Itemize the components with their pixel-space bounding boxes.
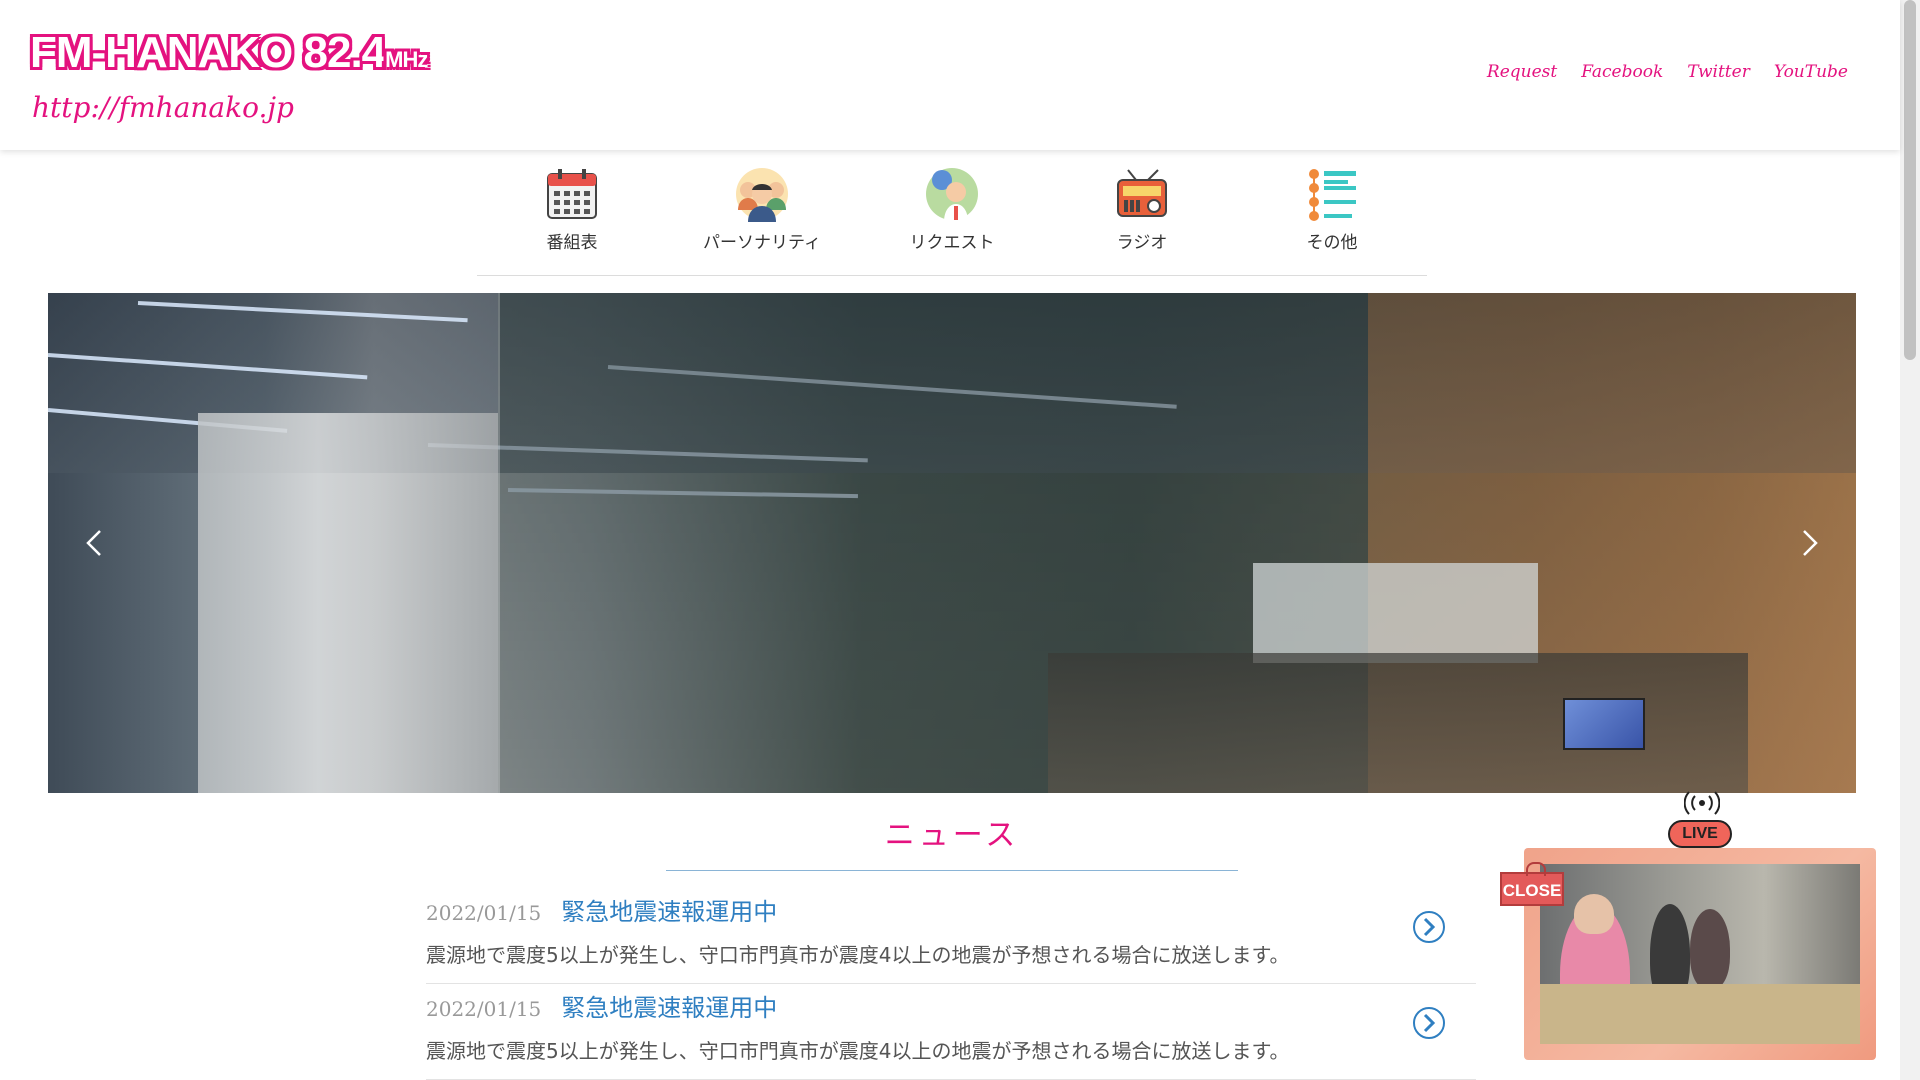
live-stream-widget: LIVE CLOSE [1500, 790, 1880, 1080]
nav-label: リクエスト [909, 233, 995, 253]
hero-wall [198, 413, 498, 793]
hero-monitor [1563, 698, 1645, 750]
request-person-icon [926, 168, 978, 222]
broadcast-icon [1684, 791, 1720, 815]
news-divider [666, 870, 1238, 871]
top-links: Request Facebook Twitter YouTube [1487, 62, 1848, 82]
site-header: FM-HANAKO 82.4MHz http://fmhanako.jp Req… [0, 0, 1900, 150]
news-date: 2022/01/15 [426, 997, 542, 1021]
news-item-header: 2022/01/15 緊急地震速報運用中 [426, 892, 1476, 927]
radio-icon [1117, 169, 1167, 217]
news-list: 2022/01/15 緊急地震速報運用中 震源地で震度5以上が発生し、守口市門真… [426, 888, 1476, 1080]
nav-item-schedule[interactable]: 番組表 [497, 166, 647, 275]
news-title-link[interactable]: 緊急地震速報運用中 [561, 988, 777, 1023]
logo-unit: MHz [385, 47, 428, 72]
facebook-link[interactable]: Facebook [1581, 62, 1663, 82]
calendar-icon [547, 169, 597, 219]
logo-wordmark: FM-HANAKO 82.4MHz [30, 28, 428, 85]
site-logo[interactable]: FM-HANAKO 82.4MHz http://fmhanako.jp [30, 28, 428, 124]
video-desk [1540, 984, 1860, 1044]
hero-studio-window [1253, 563, 1538, 663]
nav-label: パーソナリティ [703, 233, 821, 253]
news-item-header: 2022/01/15 緊急地震速報運用中 [426, 988, 1476, 1023]
nav-item-other[interactable]: その他 [1257, 166, 1407, 275]
nav-label: その他 [1306, 233, 1358, 253]
news-title-link[interactable]: 緊急地震速報運用中 [561, 892, 777, 927]
logo-url: http://fmhanako.jp [32, 91, 294, 124]
request-link[interactable]: Request [1487, 62, 1557, 82]
news-body: 震源地で震度5以上が発生し、守口市門真市が震度4以上の地震が予想される場合に放送… [426, 1039, 1290, 1063]
chevron-circle-right-icon[interactable] [1412, 910, 1446, 944]
twitter-link[interactable]: Twitter [1687, 62, 1750, 82]
chevron-right-icon[interactable] [1794, 528, 1824, 558]
news-heading: ニュース [884, 818, 1020, 853]
logo-text: FM-HANAKO 82.4 [30, 28, 386, 77]
nav-label: ラジオ [1116, 233, 1168, 253]
video-person [1574, 894, 1614, 934]
list-icon [1309, 169, 1356, 221]
nav-item-radio[interactable]: ラジオ [1067, 166, 1217, 275]
hero-slider[interactable] [48, 293, 1856, 793]
news-item: 2022/01/15 緊急地震速報運用中 震源地で震度5以上が発生し、守口市門真… [426, 888, 1476, 984]
page-scrollbar[interactable] [1900, 0, 1920, 1080]
scrollbar-thumb[interactable] [1904, 0, 1916, 360]
chevron-circle-right-icon[interactable] [1412, 1006, 1446, 1040]
nav-item-personality[interactable]: パーソナリティ [687, 166, 837, 275]
nav-item-request[interactable]: リクエスト [877, 166, 1027, 275]
live-video-frame[interactable] [1524, 848, 1876, 1060]
live-video[interactable] [1540, 864, 1860, 1044]
news-body: 震源地で震度5以上が発生し、守口市門真市が震度4以上の地震が予想される場合に放送… [426, 943, 1290, 967]
news-date: 2022/01/15 [426, 901, 542, 925]
live-badge: LIVE [1668, 820, 1732, 855]
video-person [1690, 909, 1730, 989]
youtube-link[interactable]: YouTube [1774, 62, 1848, 82]
chevron-left-icon[interactable] [80, 528, 110, 558]
people-icon [736, 168, 788, 222]
nav-label: 番組表 [546, 233, 598, 253]
main-nav: 番組表 パーソナリティ リクエスト ラジオ その他 [477, 166, 1427, 276]
news-item: 2022/01/15 緊急地震速報運用中 震源地で震度5以上が発生し、守口市門真… [426, 984, 1476, 1080]
close-button[interactable]: CLOSE [1500, 862, 1564, 906]
